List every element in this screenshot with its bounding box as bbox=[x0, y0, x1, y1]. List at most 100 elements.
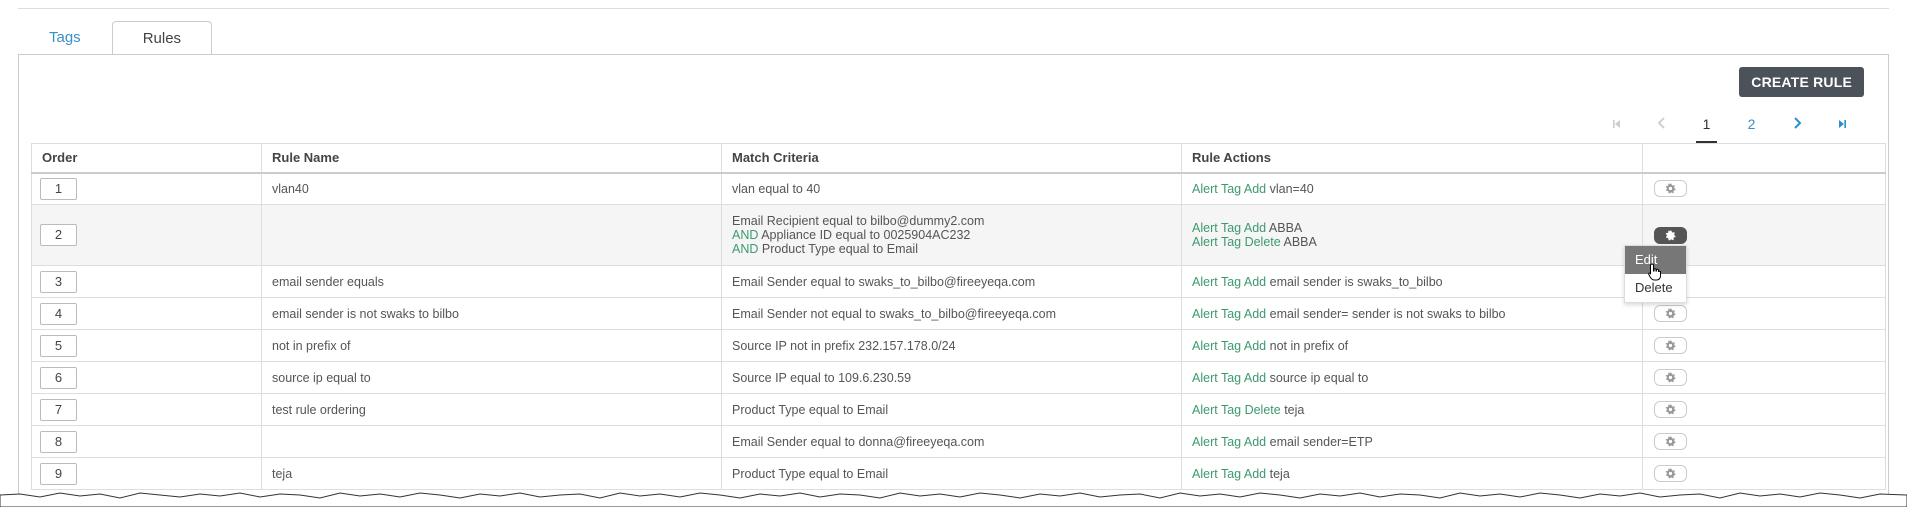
action-type: Alert Tag Add bbox=[1192, 221, 1267, 235]
order-input[interactable]: 9 bbox=[40, 462, 77, 485]
action-line: Alert Tag Add email sender is swaks_to_b… bbox=[1192, 275, 1632, 289]
torn-edge bbox=[0, 492, 1907, 507]
row-actions-cell bbox=[1642, 457, 1886, 490]
create-rule-button[interactable]: CREATE RULE bbox=[1739, 67, 1864, 97]
order-input[interactable]: 3 bbox=[40, 270, 77, 293]
criteria-text: Product Type equal to Email bbox=[732, 402, 889, 417]
page-2-link[interactable]: 2 bbox=[1729, 109, 1774, 139]
criteria-line: Email Sender not equal to swaks_to_bilbo… bbox=[732, 307, 1171, 321]
order-input[interactable]: 8 bbox=[40, 430, 77, 453]
row-actions-cell bbox=[1642, 361, 1886, 394]
match-criteria-cell: Email Sender equal to donna@fireeyeqa.co… bbox=[721, 425, 1182, 458]
action-line: Alert Tag Delete ABBA bbox=[1192, 235, 1632, 249]
tab-rules[interactable]: Rules bbox=[111, 21, 213, 55]
header-match-criteria[interactable]: Match Criteria bbox=[721, 143, 1182, 174]
criteria-line: Source IP equal to 109.6.230.59 bbox=[732, 371, 1171, 385]
pagination: 1 2 bbox=[1594, 109, 1864, 143]
order-input[interactable]: 6 bbox=[40, 366, 77, 389]
rule-actions-cell: Alert Tag Add teja bbox=[1181, 457, 1643, 490]
first-page-icon[interactable] bbox=[1594, 109, 1639, 139]
rules-table: Order Rule Name Match Criteria Rule Acti… bbox=[31, 143, 1886, 490]
tab-tags[interactable]: Tags bbox=[18, 20, 112, 54]
rule-actions-cell: Alert Tag Add email sender=ETP bbox=[1181, 425, 1643, 458]
table-header-row: Order Rule Name Match Criteria Rule Acti… bbox=[31, 143, 1886, 174]
criteria-text: Email Sender equal to donna@fireeyeqa.co… bbox=[732, 434, 985, 449]
criteria-text: Appliance ID equal to 0025904AC232 bbox=[758, 228, 971, 242]
gear-icon[interactable] bbox=[1654, 226, 1687, 244]
order-cell: 8 bbox=[31, 425, 262, 458]
action-value: email sender=ETP bbox=[1266, 434, 1373, 449]
action-value: not in prefix of bbox=[1266, 338, 1349, 353]
page-1-link[interactable]: 1 bbox=[1684, 109, 1729, 143]
action-line: Alert Tag Delete teja bbox=[1192, 403, 1632, 417]
order-cell: 3 bbox=[31, 265, 262, 298]
criteria-operator: AND bbox=[732, 228, 759, 242]
match-criteria-cell: Product Type equal to Email bbox=[721, 457, 1182, 490]
prev-page-icon[interactable] bbox=[1639, 109, 1684, 139]
action-value: email sender= sender is not swaks to bil… bbox=[1266, 306, 1506, 321]
match-criteria-cell: Email Sender not equal to swaks_to_bilbo… bbox=[721, 297, 1182, 330]
action-value: vlan=40 bbox=[1266, 181, 1314, 196]
action-value: email sender is swaks_to_bilbo bbox=[1266, 274, 1443, 289]
action-type: Alert Tag Add bbox=[1192, 181, 1267, 196]
criteria-text: Product Type equal to Email bbox=[758, 242, 918, 256]
match-criteria-cell: Email Recipient equal to bilbo@dummy2.co… bbox=[721, 204, 1182, 266]
gear-icon[interactable] bbox=[1654, 337, 1687, 354]
action-line: Alert Tag Add source ip equal to bbox=[1192, 371, 1632, 385]
criteria-text: Email Sender equal to swaks_to_bilbo@fir… bbox=[732, 274, 1036, 289]
gear-icon[interactable] bbox=[1654, 369, 1687, 386]
row-actions-cell bbox=[1642, 393, 1886, 426]
criteria-line: AND Product Type equal to Email bbox=[732, 242, 1171, 256]
criteria-text: Email Sender not equal to swaks_to_bilbo… bbox=[732, 306, 1056, 321]
header-rule-name[interactable]: Rule Name bbox=[261, 143, 722, 174]
action-line: Alert Tag Add ABBA bbox=[1192, 221, 1632, 235]
order-cell: 7 bbox=[31, 393, 262, 426]
order-input[interactable]: 1 bbox=[40, 177, 77, 200]
row-actions-cell bbox=[1642, 172, 1886, 205]
order-cell: 6 bbox=[31, 361, 262, 394]
criteria-text: vlan equal to 40 bbox=[732, 181, 821, 196]
order-input[interactable]: 4 bbox=[40, 302, 77, 325]
order-cell: 9 bbox=[31, 457, 262, 490]
gear-icon[interactable] bbox=[1654, 465, 1687, 482]
rule-name-cell: test rule ordering bbox=[261, 393, 722, 426]
rule-name-cell: teja bbox=[261, 457, 722, 490]
criteria-text: Product Type equal to Email bbox=[732, 466, 889, 481]
action-line: Alert Tag Add vlan=40 bbox=[1192, 182, 1632, 196]
action-type: Alert Tag Add bbox=[1192, 274, 1267, 289]
criteria-text: Email Recipient equal to bilbo@dummy2.co… bbox=[732, 214, 985, 228]
action-value: ABBA bbox=[1266, 221, 1303, 235]
criteria-text: Source IP equal to 109.6.230.59 bbox=[732, 370, 912, 385]
match-criteria-cell: vlan equal to 40 bbox=[721, 172, 1182, 205]
next-page-icon[interactable] bbox=[1774, 109, 1819, 139]
order-input[interactable]: 7 bbox=[40, 398, 77, 421]
action-type: Alert Tag Delete bbox=[1192, 235, 1281, 249]
criteria-line: Email Sender equal to swaks_to_bilbo@fir… bbox=[732, 275, 1171, 289]
rule-name-cell: email sender is not swaks to bilbo bbox=[261, 297, 722, 330]
gear-icon[interactable] bbox=[1654, 305, 1687, 322]
match-criteria-cell: Source IP not in prefix 232.157.178.0/24 bbox=[721, 329, 1182, 362]
rule-actions-cell: Alert Tag Add email sender= sender is no… bbox=[1181, 297, 1643, 330]
rule-name-cell: not in prefix of bbox=[261, 329, 722, 362]
header-rule-actions[interactable]: Rule Actions bbox=[1181, 143, 1643, 174]
table-row: 6 source ip equal to Source IP equal to 10… bbox=[31, 361, 1886, 394]
criteria-line: Source IP not in prefix 232.157.178.0/24 bbox=[732, 339, 1171, 353]
order-cell: 4 bbox=[31, 297, 262, 330]
table-row: 3 email sender equals Email Sender equal t… bbox=[31, 265, 1886, 298]
action-value: teja bbox=[1280, 402, 1305, 417]
action-type: Alert Tag Add bbox=[1192, 466, 1267, 481]
rule-actions-cell: Alert Tag Add source ip equal to bbox=[1181, 361, 1643, 394]
rule-name-cell bbox=[261, 204, 722, 266]
order-input[interactable]: 2 bbox=[40, 224, 77, 246]
order-input[interactable]: 5 bbox=[40, 334, 77, 357]
gear-icon[interactable] bbox=[1654, 401, 1687, 418]
action-type: Alert Tag Add bbox=[1192, 338, 1267, 353]
last-page-icon[interactable] bbox=[1819, 109, 1864, 139]
match-criteria-cell: Product Type equal to Email bbox=[721, 393, 1182, 426]
header-order[interactable]: Order bbox=[31, 143, 262, 174]
gear-icon[interactable] bbox=[1654, 180, 1687, 198]
rules-panel: CREATE RULE 1 2 Order Rule Name Match Cr… bbox=[18, 54, 1889, 507]
header-actions bbox=[1642, 143, 1886, 174]
gear-icon[interactable] bbox=[1654, 433, 1687, 450]
rule-name-cell: email sender equals bbox=[261, 265, 722, 298]
